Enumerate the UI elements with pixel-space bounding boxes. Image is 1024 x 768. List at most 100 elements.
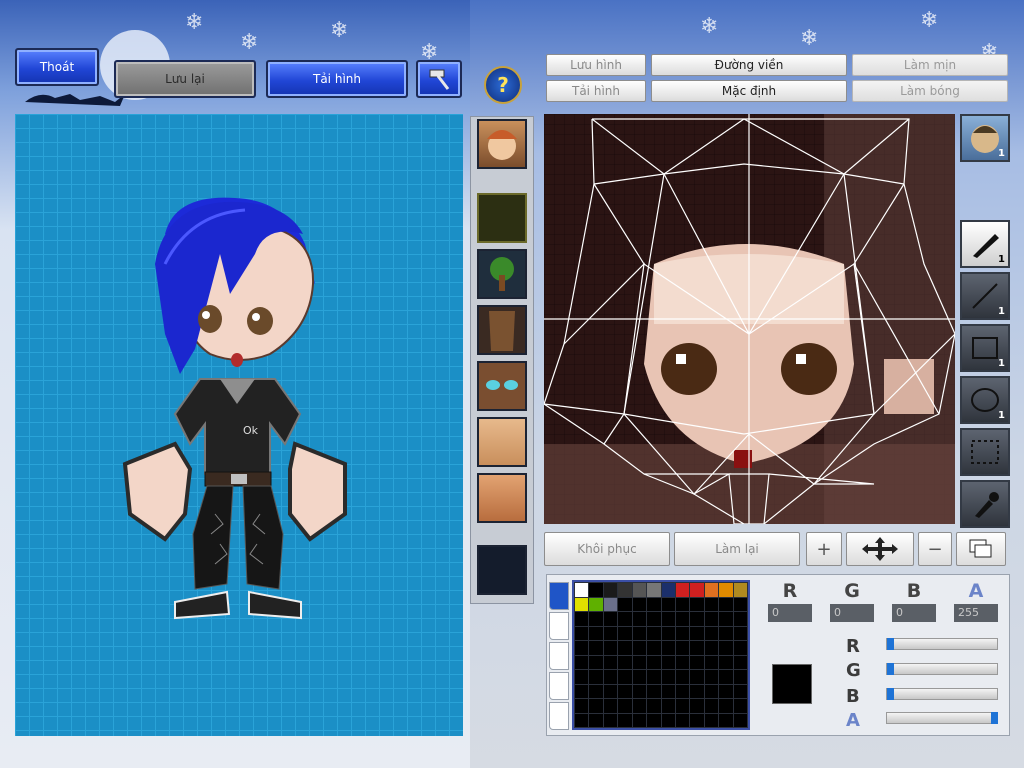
color-swatch[interactable] <box>718 625 734 641</box>
reload-image-button[interactable]: Tải hình <box>266 60 408 98</box>
color-swatch[interactable] <box>646 611 662 627</box>
color-swatch[interactable] <box>674 582 691 598</box>
zoom-out-button[interactable]: − <box>918 532 952 566</box>
color-swatch[interactable] <box>602 698 619 714</box>
color-swatch[interactable] <box>689 712 705 728</box>
color-swatch[interactable] <box>703 582 720 598</box>
color-swatch[interactable] <box>732 654 749 670</box>
save-button[interactable]: Lưu lại <box>114 60 256 98</box>
color-swatch[interactable] <box>588 625 604 641</box>
color-swatch[interactable] <box>732 582 749 598</box>
color-swatch[interactable] <box>646 640 662 656</box>
slot-dark[interactable] <box>477 545 527 595</box>
color-swatch[interactable] <box>631 654 648 670</box>
outline-button[interactable]: Đường viền <box>651 54 847 76</box>
color-swatch-grid[interactable] <box>572 580 750 730</box>
color-swatch[interactable] <box>588 582 604 598</box>
redo-button[interactable]: Làm lại <box>674 532 800 566</box>
palette-tab-1[interactable] <box>549 582 569 610</box>
color-swatch[interactable] <box>631 683 648 699</box>
color-swatch[interactable] <box>631 698 648 714</box>
palette-tab-2[interactable] <box>549 612 569 640</box>
slot-body[interactable] <box>477 305 527 355</box>
color-swatch[interactable] <box>602 625 619 641</box>
color-swatch[interactable] <box>573 698 590 714</box>
color-swatch[interactable] <box>588 683 604 699</box>
color-swatch[interactable] <box>660 611 676 627</box>
color-swatch[interactable] <box>718 712 734 728</box>
slot-eyes[interactable] <box>477 361 527 411</box>
eyedropper-tool[interactable] <box>960 480 1010 528</box>
b-value-field[interactable]: 0 <box>892 604 936 622</box>
color-swatch[interactable] <box>631 582 648 598</box>
color-swatch[interactable] <box>732 625 749 641</box>
color-swatch[interactable] <box>631 611 648 627</box>
color-swatch[interactable] <box>703 669 720 685</box>
color-swatch[interactable] <box>617 596 633 612</box>
color-swatch[interactable] <box>646 596 662 612</box>
color-swatch[interactable] <box>732 640 749 656</box>
color-swatch[interactable] <box>718 669 734 685</box>
color-swatch[interactable] <box>703 640 720 656</box>
color-swatch[interactable] <box>588 669 604 685</box>
save-image-button[interactable]: Lưu hình <box>546 54 646 76</box>
color-swatch[interactable] <box>573 640 590 656</box>
color-swatch[interactable] <box>588 712 604 728</box>
layer-button[interactable] <box>956 532 1006 566</box>
shade-button[interactable]: Làm bóng <box>852 80 1008 102</box>
color-swatch[interactable] <box>617 582 633 598</box>
color-swatch[interactable] <box>689 669 705 685</box>
color-swatch[interactable] <box>689 582 705 598</box>
color-swatch[interactable] <box>573 669 590 685</box>
color-swatch[interactable] <box>588 640 604 656</box>
default-button[interactable]: Mặc định <box>651 80 847 102</box>
color-swatch[interactable] <box>602 712 619 728</box>
color-swatch[interactable] <box>732 611 749 627</box>
color-swatch[interactable] <box>573 654 590 670</box>
color-swatch[interactable] <box>573 683 590 699</box>
color-swatch[interactable] <box>602 596 619 612</box>
pen-tool[interactable]: 1 <box>960 220 1010 268</box>
color-swatch[interactable] <box>732 669 749 685</box>
face-texture-editor-canvas[interactable] <box>544 114 955 524</box>
color-swatch[interactable] <box>674 712 691 728</box>
color-swatch[interactable] <box>718 640 734 656</box>
palette-tab-5[interactable] <box>549 702 569 730</box>
color-swatch[interactable] <box>703 654 720 670</box>
a-slider-knob[interactable] <box>991 712 998 724</box>
color-swatch[interactable] <box>660 582 676 598</box>
color-swatch[interactable] <box>646 654 662 670</box>
color-swatch[interactable] <box>674 683 691 699</box>
color-swatch[interactable] <box>660 654 676 670</box>
color-swatch[interactable] <box>617 712 633 728</box>
slot-skin-alt[interactable] <box>477 473 527 523</box>
color-swatch[interactable] <box>660 596 676 612</box>
r-value-field[interactable]: 0 <box>768 604 812 622</box>
color-swatch[interactable] <box>602 669 619 685</box>
r-slider[interactable] <box>886 638 998 650</box>
restore-button[interactable]: Khôi phục <box>544 532 670 566</box>
color-swatch[interactable] <box>617 683 633 699</box>
g-value-field[interactable]: 0 <box>830 604 874 622</box>
color-swatch[interactable] <box>674 654 691 670</box>
color-swatch[interactable] <box>732 712 749 728</box>
color-swatch[interactable] <box>660 640 676 656</box>
color-swatch[interactable] <box>617 640 633 656</box>
color-swatch[interactable] <box>703 683 720 699</box>
color-swatch[interactable] <box>588 698 604 714</box>
color-swatch[interactable] <box>689 640 705 656</box>
zoom-in-button[interactable]: + <box>806 532 842 566</box>
color-swatch[interactable] <box>617 669 633 685</box>
color-swatch[interactable] <box>617 625 633 641</box>
color-swatch[interactable] <box>631 712 648 728</box>
color-swatch[interactable] <box>646 582 662 598</box>
color-swatch[interactable] <box>588 596 604 612</box>
r-slider-knob[interactable] <box>887 638 894 650</box>
color-swatch[interactable] <box>602 640 619 656</box>
g-slider-knob[interactable] <box>887 663 894 675</box>
color-swatch[interactable] <box>660 698 676 714</box>
color-swatch[interactable] <box>660 712 676 728</box>
color-swatch[interactable] <box>631 640 648 656</box>
color-swatch[interactable] <box>689 683 705 699</box>
color-swatch[interactable] <box>674 611 691 627</box>
